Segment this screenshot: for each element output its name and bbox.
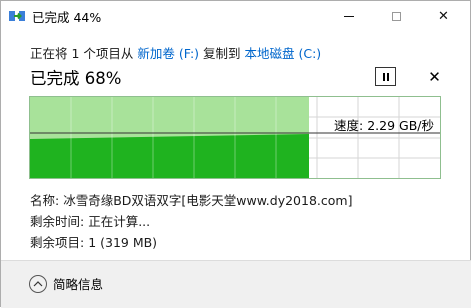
speed-graph-canvas bbox=[30, 97, 440, 178]
cancel-button[interactable]: ✕ bbox=[424, 67, 445, 86]
minimize-button[interactable] bbox=[326, 1, 371, 31]
detail-time-remaining: 剩余时间: 正在计算... bbox=[30, 214, 352, 235]
items-label: 剩余项目: bbox=[30, 235, 89, 250]
copy-description: 正在将 1 个项目从 新加卷 (F:) 复制到 本地磁盘 (C:) bbox=[30, 43, 321, 62]
less-info-button[interactable]: 简略信息 bbox=[29, 274, 103, 293]
title-bar[interactable]: 已完成 44% ✕ bbox=[1, 1, 471, 31]
pause-button[interactable] bbox=[375, 67, 396, 86]
name-label: 名称: bbox=[30, 193, 64, 208]
copy-middle: 复制到 bbox=[199, 46, 245, 61]
copy-progress-dialog: 已完成 44% ✕ 正在将 1 个项目从 新加卷 (F:) 复制到 本地磁盘 (… bbox=[0, 0, 471, 308]
destination-link[interactable]: 本地磁盘 (C:) bbox=[245, 46, 322, 61]
speed-label: 速度: 2.29 GB/秒 bbox=[334, 118, 434, 133]
detail-items-remaining: 剩余项目: 1 (319 MB) bbox=[30, 235, 352, 256]
cancel-icon: ✕ bbox=[428, 67, 441, 86]
maximize-button[interactable] bbox=[374, 1, 419, 31]
transfer-details: 名称: 冰雪奇缘BD双语双字[电影天堂www.dy2018.com] 剩余时间:… bbox=[30, 193, 352, 256]
copy-arrow-icon bbox=[9, 11, 25, 21]
footer: 简略信息 bbox=[1, 260, 471, 308]
close-icon: ✕ bbox=[438, 8, 449, 24]
minimize-icon bbox=[343, 15, 354, 17]
close-button[interactable]: ✕ bbox=[421, 1, 466, 31]
source-link[interactable]: 新加卷 (F:) bbox=[137, 46, 199, 61]
less-info-label: 简略信息 bbox=[53, 277, 104, 292]
speed-graph: 速度: 2.29 GB/秒 bbox=[29, 96, 441, 179]
maximize-icon bbox=[392, 11, 401, 21]
speed-area bbox=[30, 134, 309, 178]
name-value: 冰雪奇缘BD双语双字[电影天堂www.dy2018.com] bbox=[63, 193, 353, 208]
chevron-up-icon bbox=[29, 274, 47, 293]
progress-status: 已完成 68% bbox=[30, 69, 122, 88]
items-value: 1 (319 MB) bbox=[88, 235, 158, 250]
time-label: 剩余时间: bbox=[30, 214, 89, 229]
window-title: 已完成 44% bbox=[32, 10, 102, 25]
pause-icon bbox=[382, 72, 389, 81]
copy-prefix: 正在将 1 个项目从 bbox=[30, 46, 138, 61]
time-value: 正在计算... bbox=[88, 214, 151, 229]
detail-name: 名称: 冰雪奇缘BD双语双字[电影天堂www.dy2018.com] bbox=[30, 193, 352, 214]
